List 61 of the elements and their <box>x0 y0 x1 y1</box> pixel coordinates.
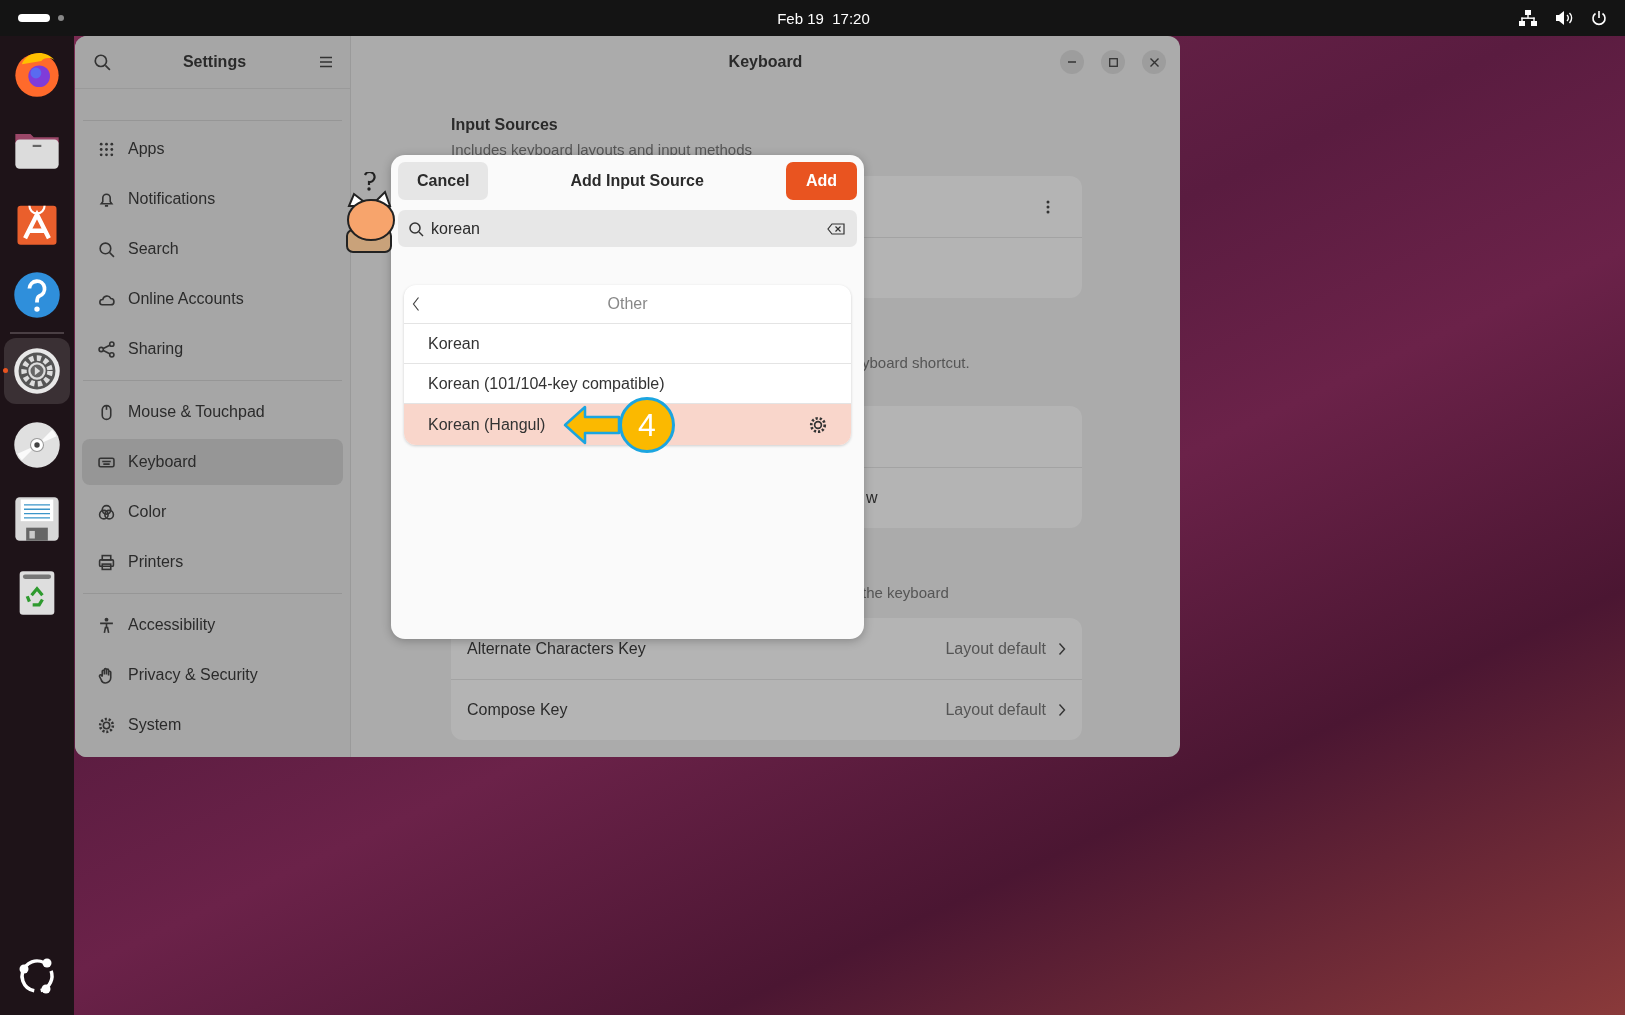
sidebar-item[interactable]: Apps <box>82 126 343 172</box>
sidebar-item[interactable]: Printers <box>82 539 343 585</box>
search-icon <box>98 240 115 258</box>
sidebar-item[interactable]: Notifications <box>82 176 343 222</box>
sidebar-item[interactable]: Mouse & Touchpad <box>82 389 343 435</box>
workspace-dot[interactable] <box>58 15 64 21</box>
sidebar-item[interactable]: Keyboard <box>82 439 343 485</box>
network-icon[interactable] <box>1519 10 1537 26</box>
help-icon <box>11 269 63 321</box>
close-icon <box>1149 57 1159 67</box>
add-button[interactable]: Add <box>785 162 857 200</box>
power-icon[interactable] <box>1591 10 1607 26</box>
close-button[interactable] <box>1142 50 1166 74</box>
settings-icon <box>11 345 63 397</box>
menu-icon[interactable] <box>318 54 334 70</box>
dialog-title: Add Input Source <box>570 172 704 190</box>
running-indicator <box>3 368 8 373</box>
bell-icon <box>98 190 115 208</box>
share-icon <box>98 340 115 358</box>
sidebar-title: Settings <box>182 53 247 71</box>
minimize-button[interactable] <box>1060 50 1084 74</box>
list-header: Other <box>607 295 648 313</box>
hand-icon <box>98 666 115 684</box>
section-heading: Input Sources <box>451 116 559 134</box>
sidebar-item[interactable]: Sharing <box>82 326 343 372</box>
kebab-menu-icon[interactable] <box>1046 199 1050 214</box>
workspace-indicator[interactable] <box>18 14 50 22</box>
sidebar-item[interactable]: Privacy & Security <box>82 652 343 698</box>
sidebar-item[interactable]: System <box>82 702 343 748</box>
clock[interactable]: Feb 19 17:20 <box>777 9 870 27</box>
maximize-icon <box>1108 57 1118 67</box>
minimize-icon <box>1068 61 1076 63</box>
printer-icon <box>98 553 115 571</box>
maximize-button[interactable] <box>1101 50 1125 74</box>
row-label[interactable]: w <box>866 489 878 507</box>
settings-row[interactable]: Compose Key Layout default <box>451 679 1082 740</box>
search-icon[interactable] <box>93 53 111 71</box>
list-item[interactable]: Korean <box>404 323 851 363</box>
search-icon <box>408 221 424 237</box>
section-description: Includes keyboard layouts and input methods <box>451 141 754 158</box>
dock-app[interactable] <box>4 338 70 404</box>
search-field[interactable]: korean <box>398 210 857 247</box>
sidebar-item[interactable]: Search <box>82 226 343 272</box>
color-icon <box>98 503 115 521</box>
chevron-icon <box>1058 703 1066 717</box>
back-icon[interactable] <box>412 296 420 312</box>
window-title: Keyboard <box>728 53 803 71</box>
mouse-icon <box>98 403 115 421</box>
sidebar-item[interactable]: Accessibility <box>82 602 343 648</box>
sidebar-item[interactable]: Color <box>82 489 343 535</box>
chevron-icon <box>1058 641 1066 656</box>
sidebar-item[interactable]: Online Accounts <box>82 276 343 322</box>
person-icon <box>98 616 115 634</box>
volume-icon[interactable] <box>1555 10 1573 26</box>
disc-icon <box>11 419 63 471</box>
cancel-button[interactable]: Cancel <box>398 162 489 200</box>
settings-row[interactable]: Alternate Characters Key Layout default <box>451 618 1082 679</box>
gear-icon <box>98 716 115 734</box>
grid-icon <box>98 140 115 158</box>
clear-icon[interactable] <box>827 223 845 235</box>
section-description: yboard shortcut. <box>861 354 971 371</box>
